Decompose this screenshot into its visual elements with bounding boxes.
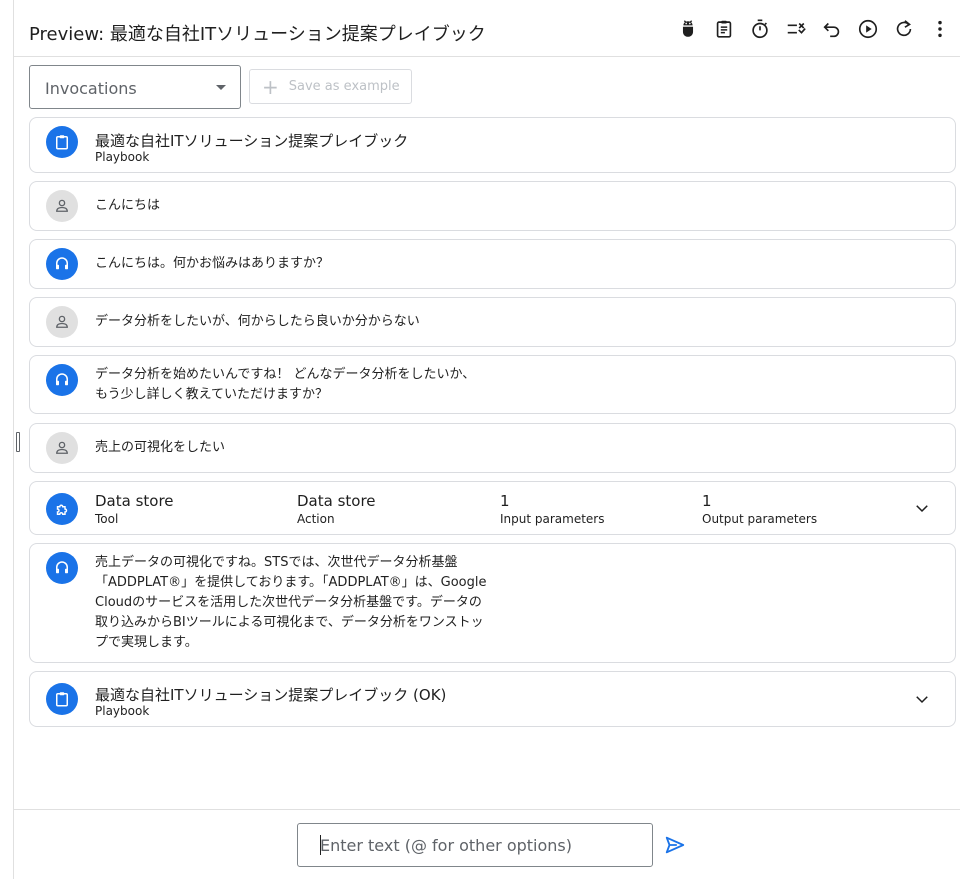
clipboard-icon xyxy=(56,135,68,150)
select-value: Invocations xyxy=(45,79,137,98)
text-cursor xyxy=(320,835,321,855)
preview-header: Preview: 最適な自社ITソリューション提案プレイブック xyxy=(14,0,960,57)
play-button[interactable] xyxy=(856,17,880,41)
undo-button[interactable] xyxy=(820,17,844,41)
extension-icon xyxy=(56,504,68,515)
left-rail xyxy=(0,0,14,879)
playbook-subtitle: Playbook xyxy=(95,150,150,164)
message-line: Cloudのサービスを活用した次世代データ分析基盤です。データの xyxy=(95,595,482,610)
playbook-subtitle: Playbook xyxy=(95,704,150,718)
caret-down-icon xyxy=(216,85,226,90)
message-line: データ分析を始めたいんですね！ どんなデータ分析をしたいか、 xyxy=(95,367,476,382)
save-as-example-label: Save as example xyxy=(288,79,400,94)
agent-avatar xyxy=(46,248,78,280)
debug-button[interactable] xyxy=(676,17,700,41)
agent-message-text: 売上データの可視化ですね。STSでは、次世代データ分析基盤 「ADDPLAT®」… xyxy=(95,553,487,653)
plus-icon: + xyxy=(262,74,279,99)
playbook-title: 最適な自社ITソリューション提案プレイブック (OK) xyxy=(95,686,447,704)
agent-avatar xyxy=(46,552,78,584)
playbook-card: 最適な自社ITソリューション提案プレイブック Playbook xyxy=(29,117,956,173)
bug-icon xyxy=(682,20,694,37)
agent-message-card: こんにちは。何かお悩みはありますか？ xyxy=(29,239,956,289)
checklist-button[interactable] xyxy=(784,17,808,41)
user-avatar xyxy=(46,190,78,222)
resize-handle[interactable] xyxy=(16,432,20,452)
agent-message-text: データ分析を始めたいんですね！ どんなデータ分析をしたいか、 もう少し詳しく教え… xyxy=(95,365,475,405)
input-params-label: Input parameters xyxy=(500,512,605,526)
timer-button[interactable] xyxy=(748,17,772,41)
toolbar xyxy=(676,17,952,41)
person-icon xyxy=(56,315,68,328)
user-message-text: 売上の可視化をしたい xyxy=(95,440,226,455)
user-message-text: データ分析をしたいが、何からしたら良いか分からない xyxy=(95,314,420,329)
tool-label: Tool xyxy=(95,512,119,526)
action-name: Data store xyxy=(297,492,376,510)
playbook-title: 最適な自社ITソリューション提案プレイブック xyxy=(95,132,409,150)
timer-icon xyxy=(752,19,768,39)
headset-icon xyxy=(56,561,68,574)
clipboard-icon xyxy=(56,692,68,707)
playbook-avatar xyxy=(46,126,78,158)
controls-row: Invocations + Save as example xyxy=(29,65,949,109)
playbook-avatar xyxy=(46,683,78,715)
clipboard-icon xyxy=(716,20,732,38)
tool-call-card[interactable]: Data store Tool Data store Action 1 Inpu… xyxy=(29,481,956,535)
headset-icon xyxy=(56,373,68,386)
tool-name: Data store xyxy=(95,492,174,510)
output-params-column: 1 Output parameters xyxy=(702,492,817,526)
message-line: 取り込みからBIツールによる可視化まで、データ分析をワンストッ xyxy=(95,615,484,630)
chevron-down-icon[interactable] xyxy=(913,499,931,517)
output-params-count: 1 xyxy=(702,492,712,510)
message-line: 「ADDPLAT®」を提供しております。「ADDPLAT®」は、Google xyxy=(95,575,487,590)
message-line: プで実現します。 xyxy=(95,635,198,650)
action-column: Data store Action xyxy=(297,492,376,526)
user-message-card: データ分析をしたいが、何からしたら良いか分からない xyxy=(29,297,956,347)
output-params-label: Output parameters xyxy=(702,512,818,526)
tool-avatar xyxy=(46,493,78,525)
invocations-select[interactable]: Invocations xyxy=(29,65,241,109)
playbook-result-card[interactable]: 最適な自社ITソリューション提案プレイブック (OK) Playbook xyxy=(29,671,956,727)
page-title: Preview: 最適な自社ITソリューション提案プレイブック xyxy=(29,24,486,45)
message-input[interactable] xyxy=(297,823,653,867)
refresh-button[interactable] xyxy=(892,17,916,41)
action-label: Action xyxy=(297,512,335,526)
refresh-icon xyxy=(896,20,912,37)
user-avatar xyxy=(46,432,78,464)
agent-message-card: 売上データの可視化ですね。STSでは、次世代データ分析基盤 「ADDPLAT®」… xyxy=(29,543,956,663)
more-vert-icon xyxy=(938,20,942,38)
message-line: 売上データの可視化ですね。STSでは、次世代データ分析基盤 xyxy=(95,555,458,570)
checklist-icon xyxy=(787,22,806,34)
clipboard-button[interactable] xyxy=(712,17,736,41)
user-message-card: 売上の可視化をしたい xyxy=(29,423,956,473)
composer xyxy=(14,809,960,879)
play-icon xyxy=(858,19,878,39)
headset-icon xyxy=(56,257,68,270)
person-icon xyxy=(56,441,68,454)
tool-column: Data store Tool xyxy=(95,492,174,526)
more-button[interactable] xyxy=(928,17,952,41)
input-params-column: 1 Input parameters xyxy=(500,492,605,526)
message-line: もう少し詳しく教えていただけますか？ xyxy=(95,387,328,402)
undo-icon xyxy=(823,22,840,38)
agent-avatar xyxy=(46,364,78,396)
person-icon xyxy=(56,199,68,212)
save-as-example-button[interactable]: + Save as example xyxy=(249,69,412,104)
agent-message-card: データ分析を始めたいんですね！ どんなデータ分析をしたいか、 もう少し詳しく教え… xyxy=(29,355,956,414)
send-icon[interactable] xyxy=(664,834,686,856)
user-message-text: こんにちは xyxy=(95,198,161,213)
input-params-count: 1 xyxy=(500,492,510,510)
user-avatar xyxy=(46,306,78,338)
agent-message-text: こんにちは。何かお悩みはありますか？ xyxy=(95,256,330,271)
chevron-down-icon[interactable] xyxy=(913,690,931,708)
user-message-card: こんにちは xyxy=(29,181,956,231)
